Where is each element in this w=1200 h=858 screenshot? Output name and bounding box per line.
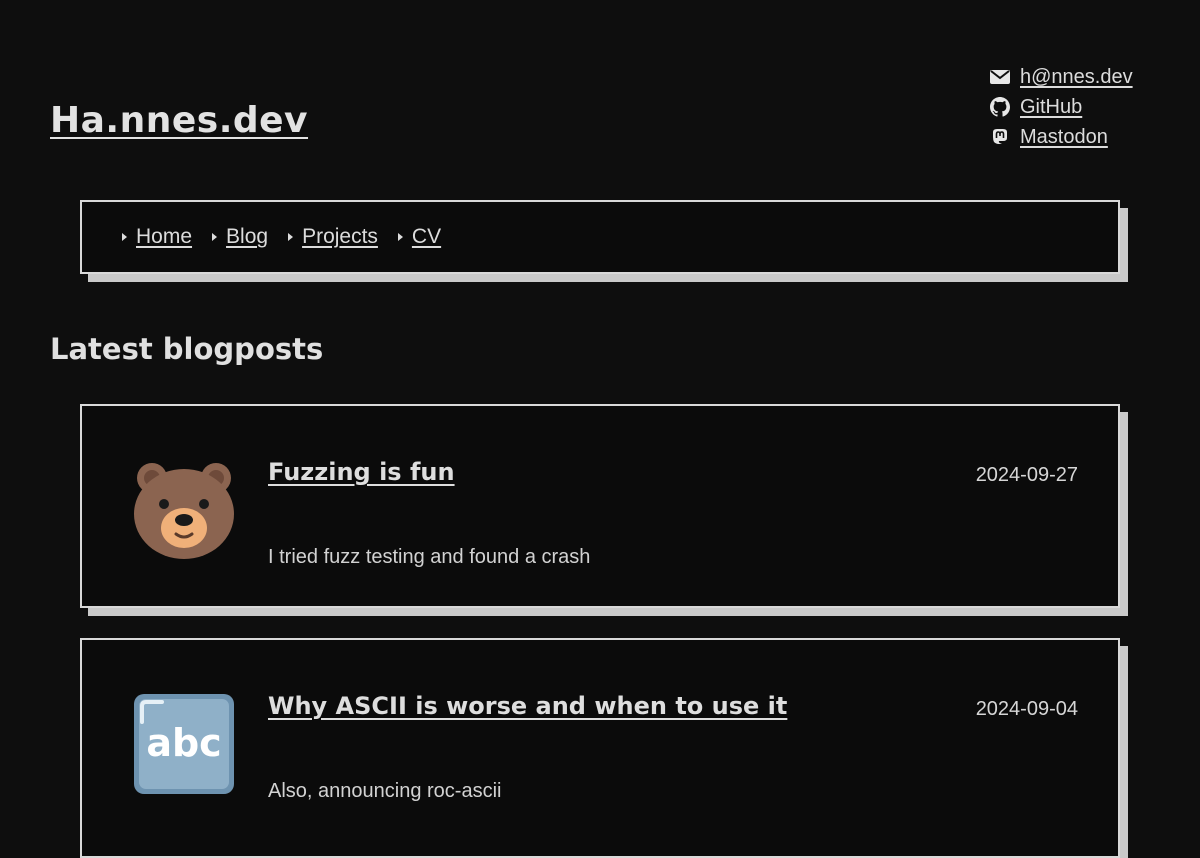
nav-link-projects[interactable]: Projects: [302, 225, 378, 249]
mastodon-link[interactable]: Mastodon: [1020, 126, 1108, 149]
contact-links: h@nnes.dev GitHub Mastodon: [990, 62, 1133, 152]
contact-github: GitHub: [990, 92, 1133, 122]
github-icon: [990, 97, 1010, 117]
bear-face-icon: [134, 463, 234, 559]
triangle-bullet-icon: [288, 233, 294, 241]
post-card: abc Why ASCII is worse and when to use i…: [80, 638, 1120, 858]
post-summary: I tried fuzz testing and found a crash: [268, 546, 591, 568]
contact-email: h@nnes.dev: [990, 62, 1133, 92]
envelope-icon: [990, 70, 1010, 84]
triangle-bullet-icon: [212, 233, 218, 241]
mastodon-icon: [993, 129, 1007, 144]
post-date: 2024-09-04: [975, 698, 1078, 720]
post-card: Fuzzing is fun 2024-09-27 I tried fuzz t…: [80, 404, 1120, 608]
email-link[interactable]: h@nnes.dev: [1020, 66, 1133, 89]
triangle-bullet-icon: [122, 233, 127, 241]
post-title-link[interactable]: Fuzzing is fun: [268, 458, 455, 486]
section-heading: Latest blogposts: [50, 332, 324, 366]
triangle-bullet-icon: [397, 233, 403, 241]
nav-item-projects: Projects: [288, 225, 378, 249]
post-title-link[interactable]: Why ASCII is worse and when to use it: [268, 692, 787, 720]
post-date: 2024-09-27: [975, 464, 1078, 486]
nav-item-cv: CV: [397, 225, 441, 249]
nav-link-home[interactable]: Home: [136, 225, 192, 249]
nav-item-blog: Blog: [212, 225, 268, 249]
main-nav: Home Blog Projects CV: [80, 200, 1120, 274]
nav-link-cv[interactable]: CV: [412, 225, 441, 249]
nav-item-home: Home: [122, 225, 192, 249]
github-link[interactable]: GitHub: [1020, 96, 1082, 119]
abc-icon: abc: [134, 694, 234, 794]
abc-icon-text: abc: [146, 721, 221, 765]
contact-mastodon: Mastodon: [990, 122, 1133, 152]
site-title-link[interactable]: Ha.nnes.dev: [50, 100, 308, 141]
nav-link-blog[interactable]: Blog: [226, 225, 268, 249]
